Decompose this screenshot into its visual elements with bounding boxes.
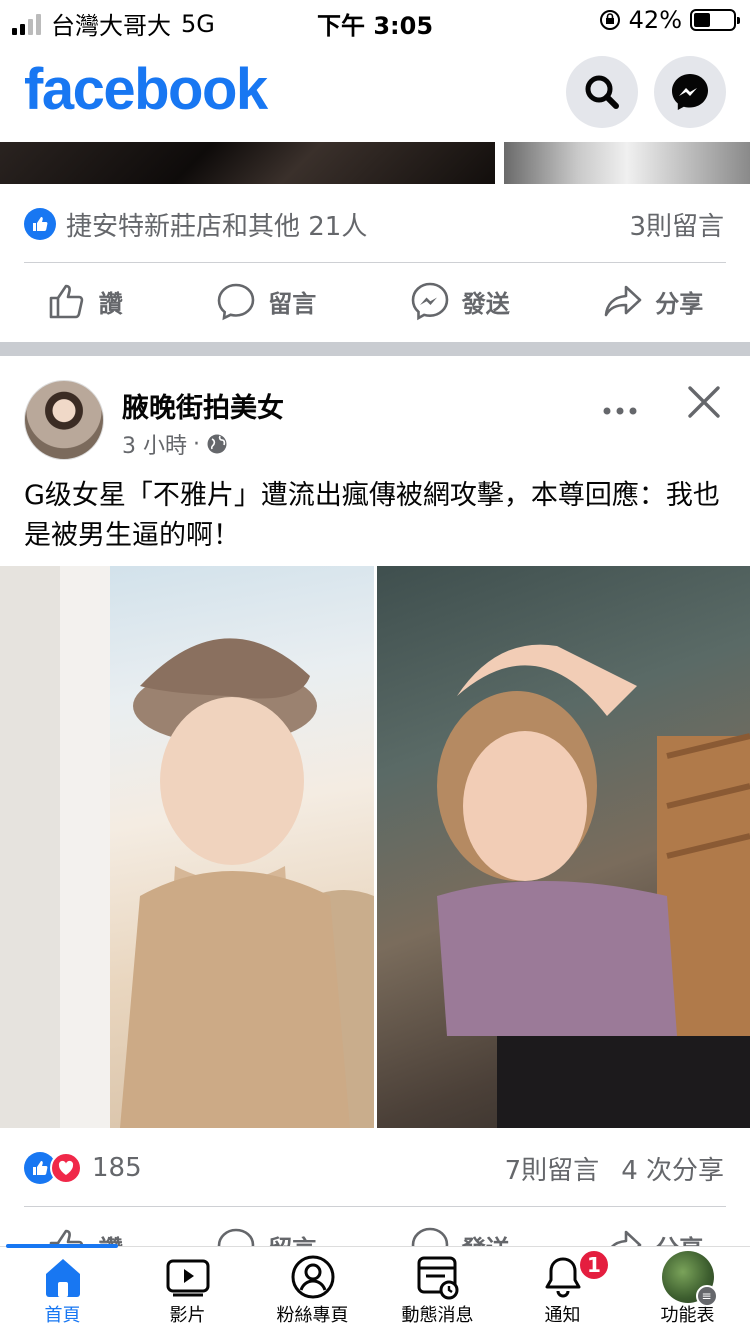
author-name[interactable]: 腋晚街拍美女 xyxy=(122,386,284,425)
comment-label: 留言 xyxy=(268,289,317,318)
facebook-logo[interactable]: facebook xyxy=(24,56,268,123)
previous-post-actions: 讚 留言 發送 分享 xyxy=(0,262,750,340)
shares-count[interactable]: 4 次分享 xyxy=(621,1150,724,1187)
share-icon xyxy=(604,285,642,317)
bottom-tab-bar: 首頁 影片 粉絲專頁 動態消息 1 通知 ≡ 功能表 xyxy=(0,1244,750,1334)
post-photo[interactable] xyxy=(377,566,750,1128)
reactions-summary[interactable]: 捷安特新莊店和其他 21人 xyxy=(66,206,367,243)
author-avatar[interactable] xyxy=(24,380,104,460)
love-reaction-icon xyxy=(50,1152,82,1184)
share-button[interactable]: 分享 xyxy=(603,281,703,321)
hide-post-button[interactable] xyxy=(684,382,724,422)
tab-video[interactable]: 影片 xyxy=(125,1247,250,1334)
post-text[interactable]: G级女星「不雅片」遭流出瘋傳被網攻擊，本尊回應：我也是被男生逼的啊！ xyxy=(24,476,724,556)
meta-dot: · xyxy=(193,431,200,457)
globe-icon xyxy=(207,434,227,454)
post-separator xyxy=(0,342,750,356)
close-icon xyxy=(688,386,720,418)
more-icon xyxy=(603,407,637,415)
comment-button[interactable]: 留言 xyxy=(216,281,316,321)
battery-percent: 42% xyxy=(628,6,682,34)
more-options-button[interactable] xyxy=(602,390,638,425)
battery-icon xyxy=(690,9,740,31)
send-label: 發送 xyxy=(461,289,510,318)
menu-icon: ≡ xyxy=(695,1285,718,1307)
tab-home[interactable]: 首頁 xyxy=(0,1247,125,1334)
tab-label: 粉絲專頁 xyxy=(276,1305,349,1326)
reaction-count[interactable]: 185 xyxy=(92,1153,142,1183)
status-bar: 台灣大哥大 5G 下午 3:05 42% xyxy=(0,0,750,44)
like-reaction-icon xyxy=(24,208,56,240)
comments-count[interactable]: 3則留言 xyxy=(629,206,724,243)
comments-count[interactable]: 7則留言 xyxy=(505,1150,600,1187)
post-photos[interactable] xyxy=(0,566,750,1128)
tab-label: 影片 xyxy=(169,1305,206,1326)
orientation-lock-icon xyxy=(599,10,620,30)
comment-icon xyxy=(217,283,255,321)
like-icon xyxy=(49,284,84,319)
photo-illustration xyxy=(437,644,750,1128)
previous-post-stats: 捷安特新莊店和其他 21人 3則留言 xyxy=(24,196,724,252)
tab-pages[interactable]: 粉絲專頁 xyxy=(250,1247,375,1334)
tab-notifications[interactable]: 1 通知 xyxy=(500,1247,625,1334)
tab-feeds[interactable]: 動態消息 xyxy=(375,1247,500,1334)
send-button[interactable]: 發送 xyxy=(410,281,510,321)
like-label: 讚 xyxy=(98,289,123,318)
pages-icon xyxy=(291,1255,334,1299)
previous-post-image[interactable] xyxy=(0,142,495,184)
profile-avatar: ≡ xyxy=(661,1251,718,1307)
tab-label: 通知 xyxy=(544,1305,581,1326)
messenger-icon xyxy=(672,74,708,110)
tab-menu[interactable]: ≡ 功能表 xyxy=(625,1247,750,1334)
messenger-icon xyxy=(411,282,449,321)
post-header: 腋晚街拍美女 3 小時 · xyxy=(24,380,734,464)
share-label: 分享 xyxy=(655,289,704,318)
post-meta: 3 小時 · xyxy=(122,428,228,460)
search-icon xyxy=(585,75,619,109)
home-icon xyxy=(45,1259,80,1297)
like-button[interactable]: 讚 xyxy=(47,281,123,321)
feeds-icon xyxy=(417,1256,458,1300)
messenger-button[interactable] xyxy=(654,56,726,128)
tab-label: 動態消息 xyxy=(401,1305,474,1326)
post-photo[interactable] xyxy=(0,566,374,1128)
video-icon xyxy=(166,1259,209,1297)
previous-post-image[interactable] xyxy=(504,142,750,184)
previous-post-images[interactable] xyxy=(0,142,750,184)
photo-illustration xyxy=(0,566,374,1128)
notification-badge: 1 xyxy=(578,1249,610,1281)
search-button[interactable] xyxy=(566,56,638,128)
post-stats: 185 7則留言 4 次分享 xyxy=(24,1140,724,1196)
post-time[interactable]: 3 小時 xyxy=(122,428,187,460)
app-header: facebook xyxy=(0,44,750,142)
tab-label: 首頁 xyxy=(44,1305,81,1326)
